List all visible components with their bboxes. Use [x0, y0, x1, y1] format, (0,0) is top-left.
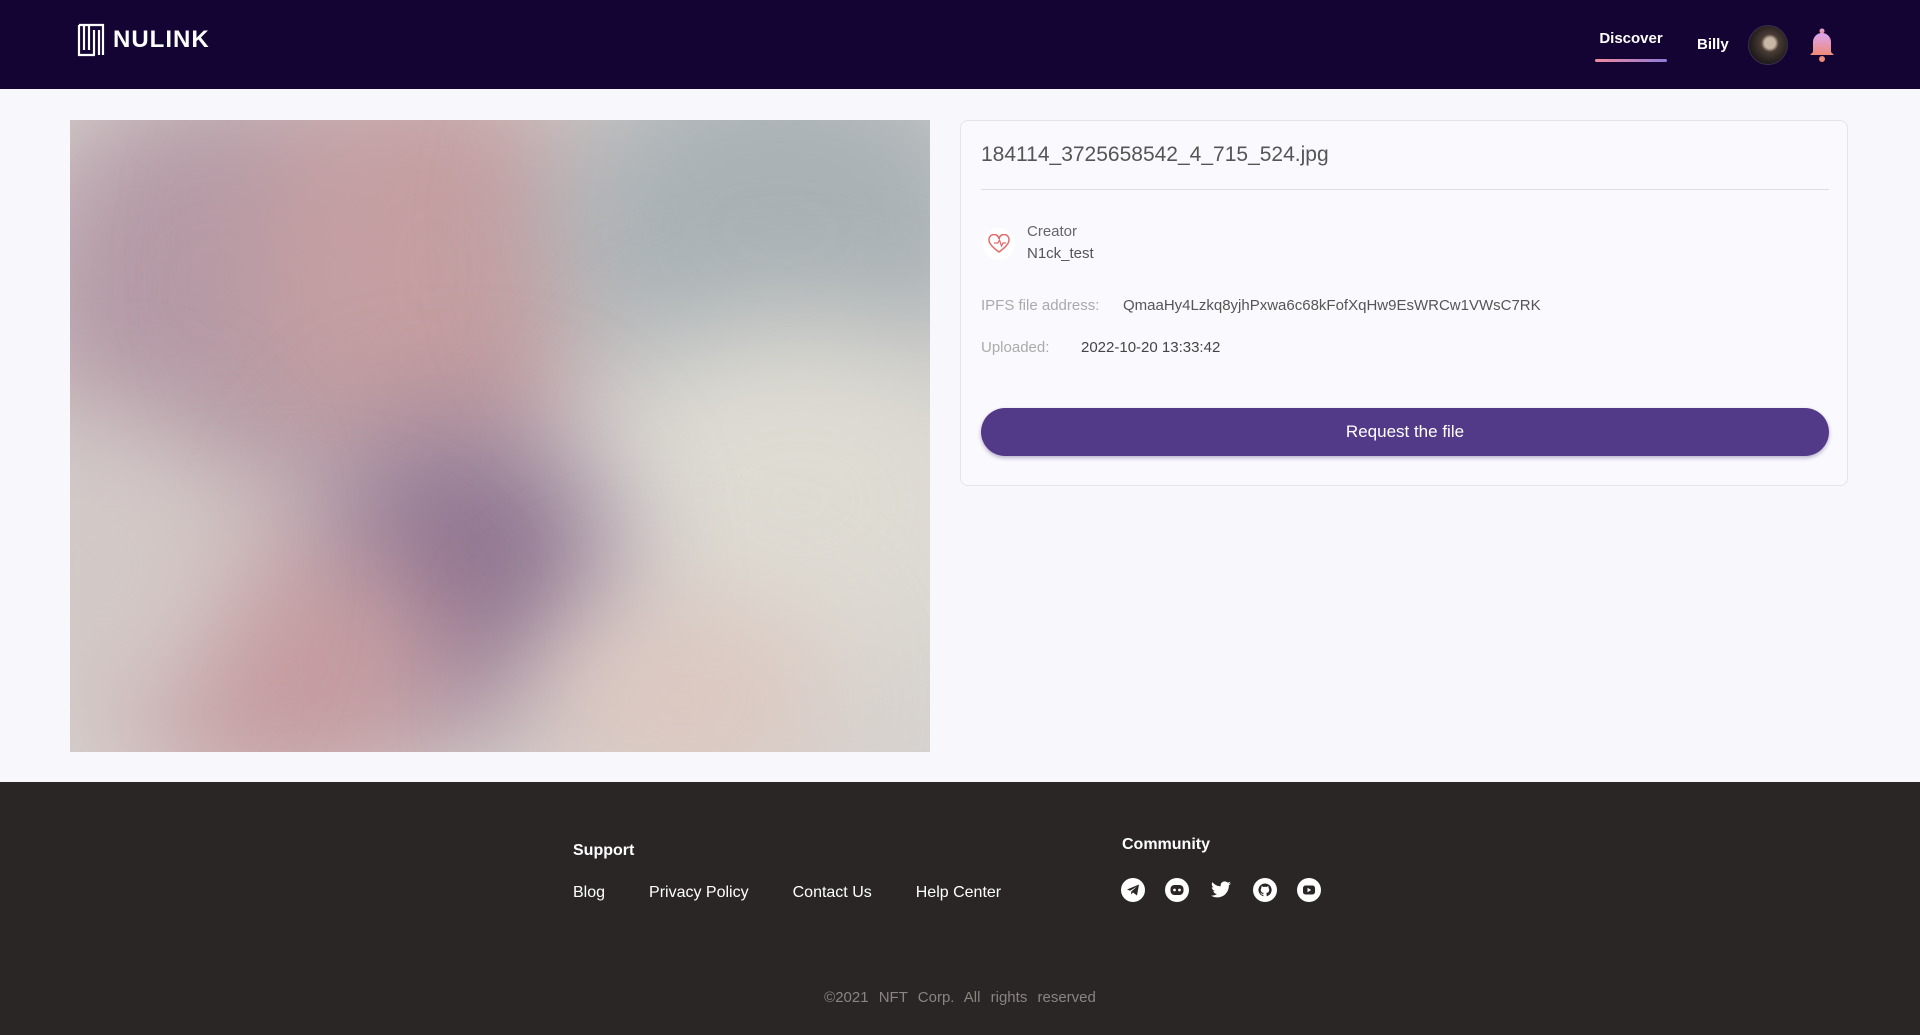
nav-discover-label: Discover	[1599, 30, 1663, 47]
footer: Support Blog Privacy Policy Contact Us H…	[0, 782, 1920, 1035]
creator-label: Creator	[1027, 223, 1078, 240]
footer-link-help-center[interactable]: Help Center	[916, 884, 1001, 902]
footer-link-blog[interactable]: Blog	[573, 884, 605, 902]
support-links: Blog Privacy Policy Contact Us Help Cent…	[573, 884, 1045, 902]
youtube-icon[interactable]	[1297, 878, 1321, 902]
uploaded-label: Uploaded:	[981, 339, 1050, 356]
twitter-icon[interactable]	[1209, 878, 1233, 902]
telegram-icon[interactable]	[1121, 878, 1145, 902]
active-tab-indicator	[1595, 59, 1667, 62]
nav-discover[interactable]: Discover	[1595, 30, 1667, 66]
avatar[interactable]	[1748, 25, 1788, 65]
creator-name[interactable]: N1ck_test	[1027, 245, 1094, 262]
social-links	[1121, 878, 1341, 902]
footer-link-privacy-policy[interactable]: Privacy Policy	[649, 884, 749, 902]
ipfs-address-value: QmaaHy4Lzkq8yjhPxwa6c68kFofXqHw9EsWRCw1V…	[1123, 297, 1541, 314]
ipfs-address-label: IPFS file address:	[981, 297, 1100, 314]
discord-icon[interactable]	[1165, 878, 1189, 902]
file-name-title: 184114_3725658542_4_715_524.jpg	[981, 143, 1329, 166]
support-title: Support	[573, 842, 635, 859]
footer-link-contact-us[interactable]: Contact Us	[793, 884, 872, 902]
notification-bell-icon[interactable]	[1807, 27, 1837, 63]
nav-user-name[interactable]: Billy	[1697, 36, 1729, 53]
community-title: Community	[1122, 836, 1210, 853]
nulink-logo[interactable]: NULINK	[77, 22, 210, 58]
heart-icon	[983, 228, 1015, 260]
divider	[981, 189, 1829, 190]
file-info-card: 184114_3725658542_4_715_524.jpg Creator …	[960, 120, 1848, 486]
request-file-button[interactable]: Request the file	[981, 408, 1829, 456]
file-preview-image	[70, 120, 930, 752]
github-icon[interactable]	[1253, 878, 1277, 902]
logo-mark-icon	[77, 23, 105, 57]
logo-text: NULINK	[113, 26, 210, 53]
top-navbar: NULINK Discover Billy	[0, 0, 1920, 89]
copyright-text: ©2021 NFT Corp. All rights reserved	[824, 989, 1096, 1006]
uploaded-date: 2022-10-20 13:33:42	[1081, 339, 1221, 356]
